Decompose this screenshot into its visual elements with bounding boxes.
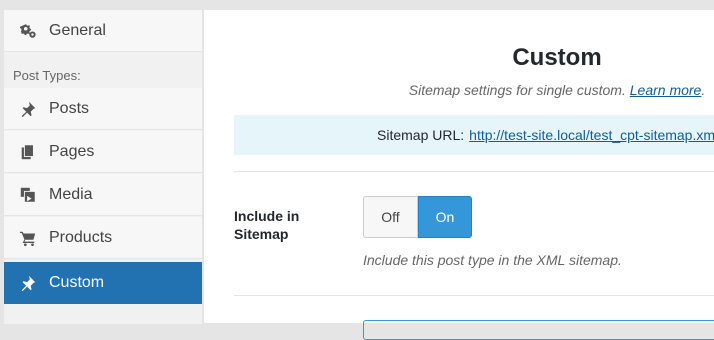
sidebar-item-label: Products bbox=[49, 228, 113, 246]
sitemap-url-label: Sitemap URL: bbox=[377, 127, 465, 143]
sidebar-section-tail bbox=[4, 304, 202, 324]
sitemap-url-link[interactable]: http://test-site.local/test_cpt-sitemap.… bbox=[469, 127, 714, 143]
next-setting-field[interactable] bbox=[363, 320, 714, 340]
settings-sidebar: General Post Types: Posts Pages Media Pr… bbox=[4, 10, 202, 324]
pushpin-icon bbox=[18, 273, 38, 293]
sidebar-item-label: General bbox=[49, 21, 106, 39]
sidebar-item-posts[interactable]: Posts bbox=[4, 88, 202, 130]
toggle-on-button[interactable]: On bbox=[418, 196, 472, 238]
include-in-sitemap-toggle: Off On bbox=[363, 196, 472, 238]
sidebar-item-media[interactable]: Media bbox=[4, 174, 202, 216]
divider bbox=[234, 295, 714, 296]
gears-icon bbox=[18, 21, 38, 41]
pages-icon bbox=[18, 142, 38, 162]
section-label-post-types: Post Types: bbox=[4, 52, 202, 88]
toggle-off-button[interactable]: Off bbox=[363, 196, 418, 238]
sidebar-item-label: Media bbox=[49, 185, 93, 203]
include-help-text: Include this post type in the XML sitema… bbox=[363, 252, 622, 268]
sidebar-item-label: Pages bbox=[49, 142, 95, 160]
pushpin-icon bbox=[18, 99, 38, 119]
include-in-sitemap-label: Include in Sitemap bbox=[234, 208, 300, 242]
cart-icon bbox=[18, 228, 38, 248]
settings-panel: Custom Sitemap settings for single custo… bbox=[203, 10, 714, 340]
media-icon bbox=[18, 185, 38, 205]
subtitle-end: . bbox=[701, 82, 706, 98]
sidebar-item-label: Posts bbox=[49, 99, 90, 117]
divider bbox=[234, 171, 714, 172]
sidebar-item-custom[interactable]: Custom bbox=[4, 262, 202, 304]
sidebar-item-products[interactable]: Products bbox=[4, 217, 202, 259]
sidebar-item-pages[interactable]: Pages bbox=[4, 131, 202, 173]
page-title: Custom bbox=[512, 44, 602, 71]
subtitle-text: Sitemap settings for single custom. bbox=[408, 82, 626, 98]
sidebar-item-label: Custom bbox=[49, 274, 105, 291]
sitemap-url-notice: Sitemap URL: http://test-site.local/test… bbox=[234, 115, 714, 155]
sidebar-item-general[interactable]: General bbox=[4, 10, 202, 52]
page-subtitle: Sitemap settings for single custom. Lear… bbox=[234, 82, 714, 98]
learn-more-link[interactable]: Learn more bbox=[630, 82, 702, 98]
